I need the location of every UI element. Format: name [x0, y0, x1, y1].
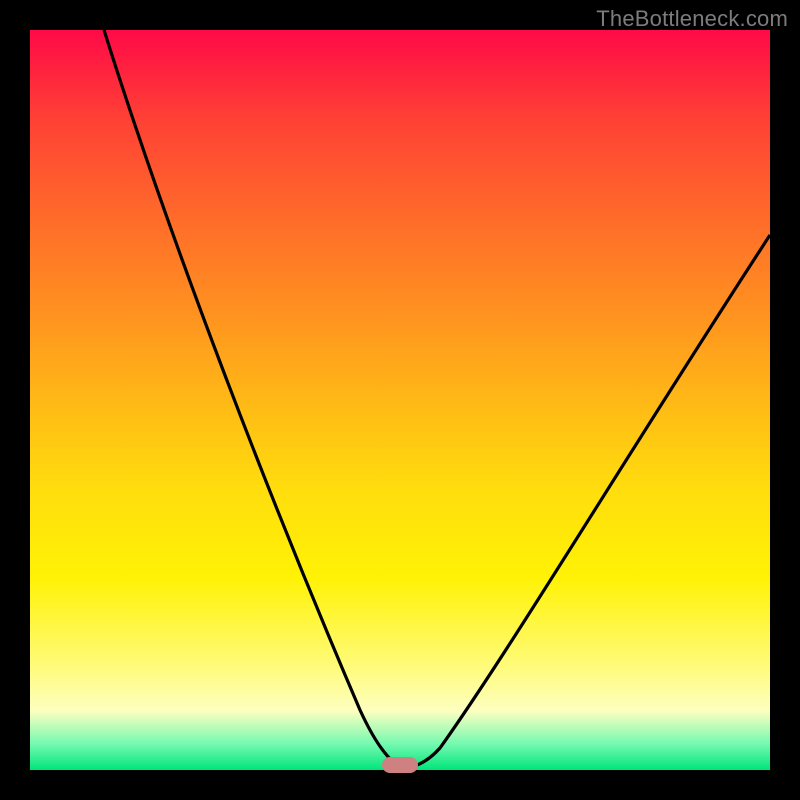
plot-area — [30, 30, 770, 770]
chart-frame: TheBottleneck.com — [0, 0, 800, 800]
curve-right-branch — [402, 235, 770, 768]
optimum-marker — [382, 757, 418, 773]
curve-left-branch — [104, 30, 402, 768]
bottleneck-curve — [30, 30, 770, 770]
watermark-text: TheBottleneck.com — [596, 6, 788, 32]
